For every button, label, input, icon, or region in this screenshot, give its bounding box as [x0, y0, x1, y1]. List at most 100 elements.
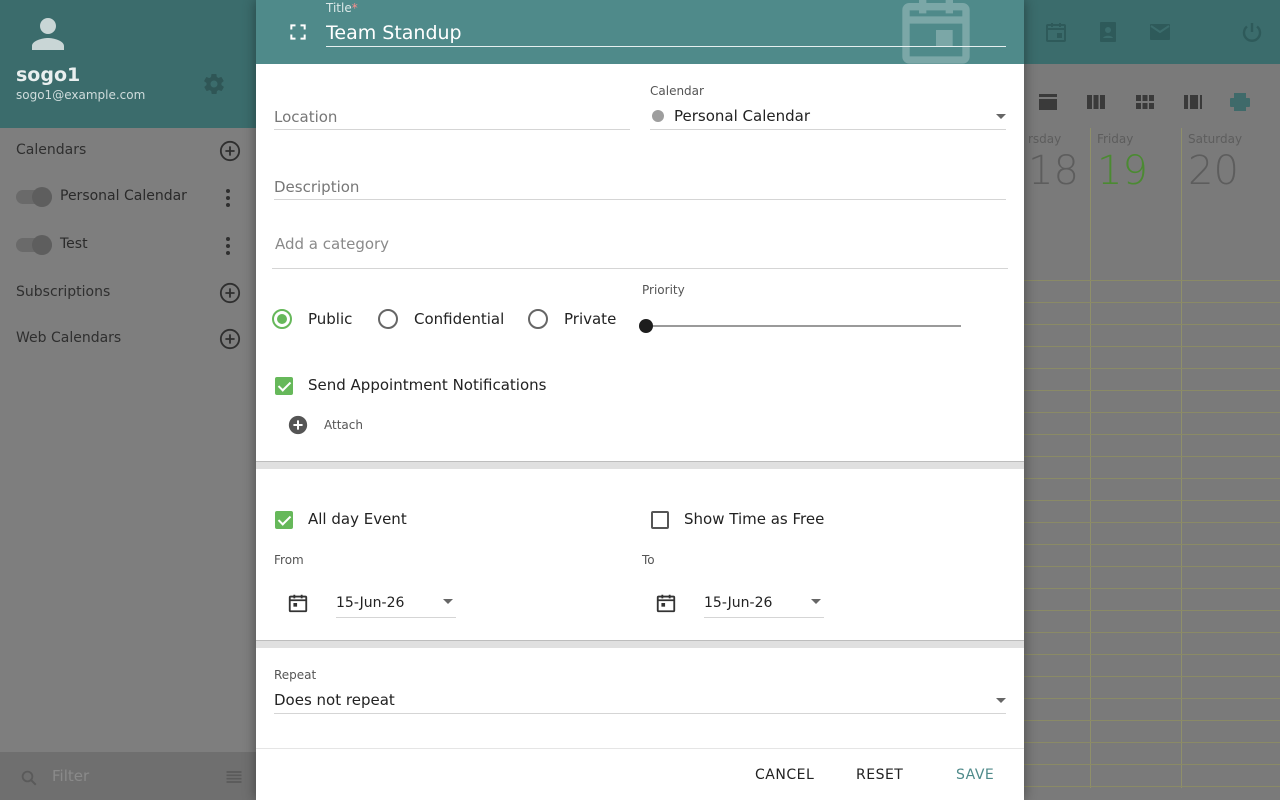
hour-gridline	[1024, 610, 1280, 611]
calendar-select[interactable]: Personal Calendar	[674, 107, 810, 125]
day-name: Friday	[1097, 132, 1134, 146]
hour-gridline	[1024, 412, 1280, 413]
day-number: 20	[1188, 148, 1239, 194]
month-view-icon[interactable]	[1133, 90, 1157, 114]
title-input[interactable]	[326, 19, 1006, 47]
hour-gridline	[1024, 390, 1280, 391]
week-view-icon[interactable]	[1084, 90, 1108, 114]
description-input[interactable]: Description	[274, 178, 359, 196]
from-label: From	[274, 553, 304, 567]
calendar-item[interactable]: Test	[16, 234, 246, 258]
hour-gridline	[1024, 368, 1280, 369]
radio-private-label[interactable]: Private	[564, 310, 616, 328]
hour-gridline	[1024, 654, 1280, 655]
location-input[interactable]: Location	[274, 108, 337, 126]
radio-public[interactable]	[272, 309, 292, 329]
chevron-down-icon[interactable]	[811, 599, 821, 604]
chevron-down-icon[interactable]	[996, 698, 1006, 703]
filter-input[interactable]: Filter	[52, 767, 89, 785]
category-input[interactable]: Add a category	[275, 235, 389, 253]
calendar-item-label: Personal Calendar	[60, 188, 187, 204]
calendar-app-icon[interactable]	[1044, 20, 1068, 44]
day-column[interactable]: rsday 18	[1022, 128, 1092, 788]
description-underline	[274, 199, 1006, 200]
print-icon[interactable]	[1228, 90, 1252, 114]
add-web-calendar-icon[interactable]	[219, 328, 241, 350]
calendar-label: Calendar	[650, 84, 704, 98]
radio-public-label[interactable]: Public	[308, 310, 352, 328]
web-calendars-heading: Web Calendars	[16, 330, 122, 346]
repeat-label: Repeat	[274, 668, 317, 682]
more-vert-icon[interactable]	[222, 235, 234, 257]
multicolumn-view-icon[interactable]	[1181, 90, 1205, 114]
to-date-input[interactable]: 15-Jun-26	[704, 595, 772, 611]
radio-confidential[interactable]	[378, 309, 398, 329]
more-vert-icon[interactable]	[222, 187, 234, 209]
fullscreen-icon[interactable]	[288, 22, 308, 42]
hour-gridline	[1024, 698, 1280, 699]
add-attachment-icon[interactable]	[288, 415, 308, 435]
cancel-button[interactable]: CANCEL	[755, 767, 814, 783]
location-underline	[274, 129, 630, 130]
radio-private[interactable]	[528, 309, 548, 329]
to-date-underline	[704, 617, 824, 618]
hour-gridline	[1024, 742, 1280, 743]
chevron-down-icon[interactable]	[443, 599, 453, 604]
send-notifications-label[interactable]: Send Appointment Notifications	[308, 376, 546, 394]
hour-gridline	[1024, 720, 1280, 721]
required-marker: *	[351, 1, 358, 15]
section-divider	[256, 640, 1024, 648]
calendars-heading: Calendars	[16, 142, 87, 158]
week-grid: rsday 18 Friday 19 Saturday 20	[1024, 128, 1280, 788]
show-free-label[interactable]: Show Time as Free	[684, 510, 824, 528]
add-calendar-icon[interactable]	[219, 140, 241, 162]
hour-gridline	[1024, 434, 1280, 435]
add-subscription-icon[interactable]	[219, 282, 241, 304]
show-free-checkbox[interactable]	[651, 511, 669, 529]
power-icon[interactable]	[1240, 20, 1264, 44]
reset-button[interactable]: RESET	[856, 767, 903, 783]
hour-gridline	[1024, 324, 1280, 325]
filter-bar[interactable]: Filter	[0, 752, 256, 800]
gear-icon[interactable]	[202, 72, 226, 96]
title-label: Title*	[326, 1, 358, 15]
hour-gridline	[1024, 786, 1280, 787]
from-date-input[interactable]: 15-Jun-26	[336, 595, 404, 611]
calendar-toggle[interactable]	[16, 235, 52, 255]
calendar-item[interactable]: Personal Calendar	[16, 186, 246, 210]
sort-icon[interactable]	[224, 767, 244, 787]
section-divider	[256, 461, 1024, 469]
radio-confidential-label[interactable]: Confidential	[414, 310, 504, 328]
repeat-select[interactable]: Does not repeat	[274, 691, 395, 709]
user-email: sogo1@example.com	[16, 88, 146, 102]
save-button[interactable]: SAVE	[956, 767, 994, 783]
hour-gridline	[1024, 566, 1280, 567]
calendar-icon[interactable]	[287, 592, 309, 614]
priority-slider-track[interactable]	[646, 325, 961, 327]
day-name: Saturday	[1188, 132, 1243, 146]
day-view-icon[interactable]	[1036, 90, 1060, 114]
send-notifications-checkbox[interactable]	[275, 377, 293, 395]
contacts-icon[interactable]	[1096, 20, 1120, 44]
calendar-item-label: Test	[60, 236, 88, 252]
avatar-icon	[32, 18, 64, 50]
calendar-icon[interactable]	[655, 592, 677, 614]
repeat-underline	[274, 713, 1006, 714]
hour-gridline	[1024, 588, 1280, 589]
search-icon	[21, 770, 37, 786]
all-day-label[interactable]: All day Event	[308, 510, 407, 528]
hour-gridline	[1024, 346, 1280, 347]
mail-icon[interactable]	[1148, 20, 1172, 44]
chevron-down-icon[interactable]	[996, 114, 1006, 119]
user-name: sogo1	[16, 64, 81, 86]
calendar-week-view: rsday 18 Friday 19 Saturday 20	[1024, 64, 1280, 800]
attach-label[interactable]: Attach	[324, 418, 363, 432]
day-column[interactable]: Saturday 20	[1181, 128, 1280, 788]
day-column[interactable]: Friday 19	[1090, 128, 1181, 788]
hour-gridline	[1024, 478, 1280, 479]
calendar-toggle[interactable]	[16, 187, 52, 207]
hour-gridline	[1024, 302, 1280, 303]
priority-slider-thumb[interactable]	[639, 319, 653, 333]
from-date-underline	[336, 617, 456, 618]
all-day-checkbox[interactable]	[275, 511, 293, 529]
